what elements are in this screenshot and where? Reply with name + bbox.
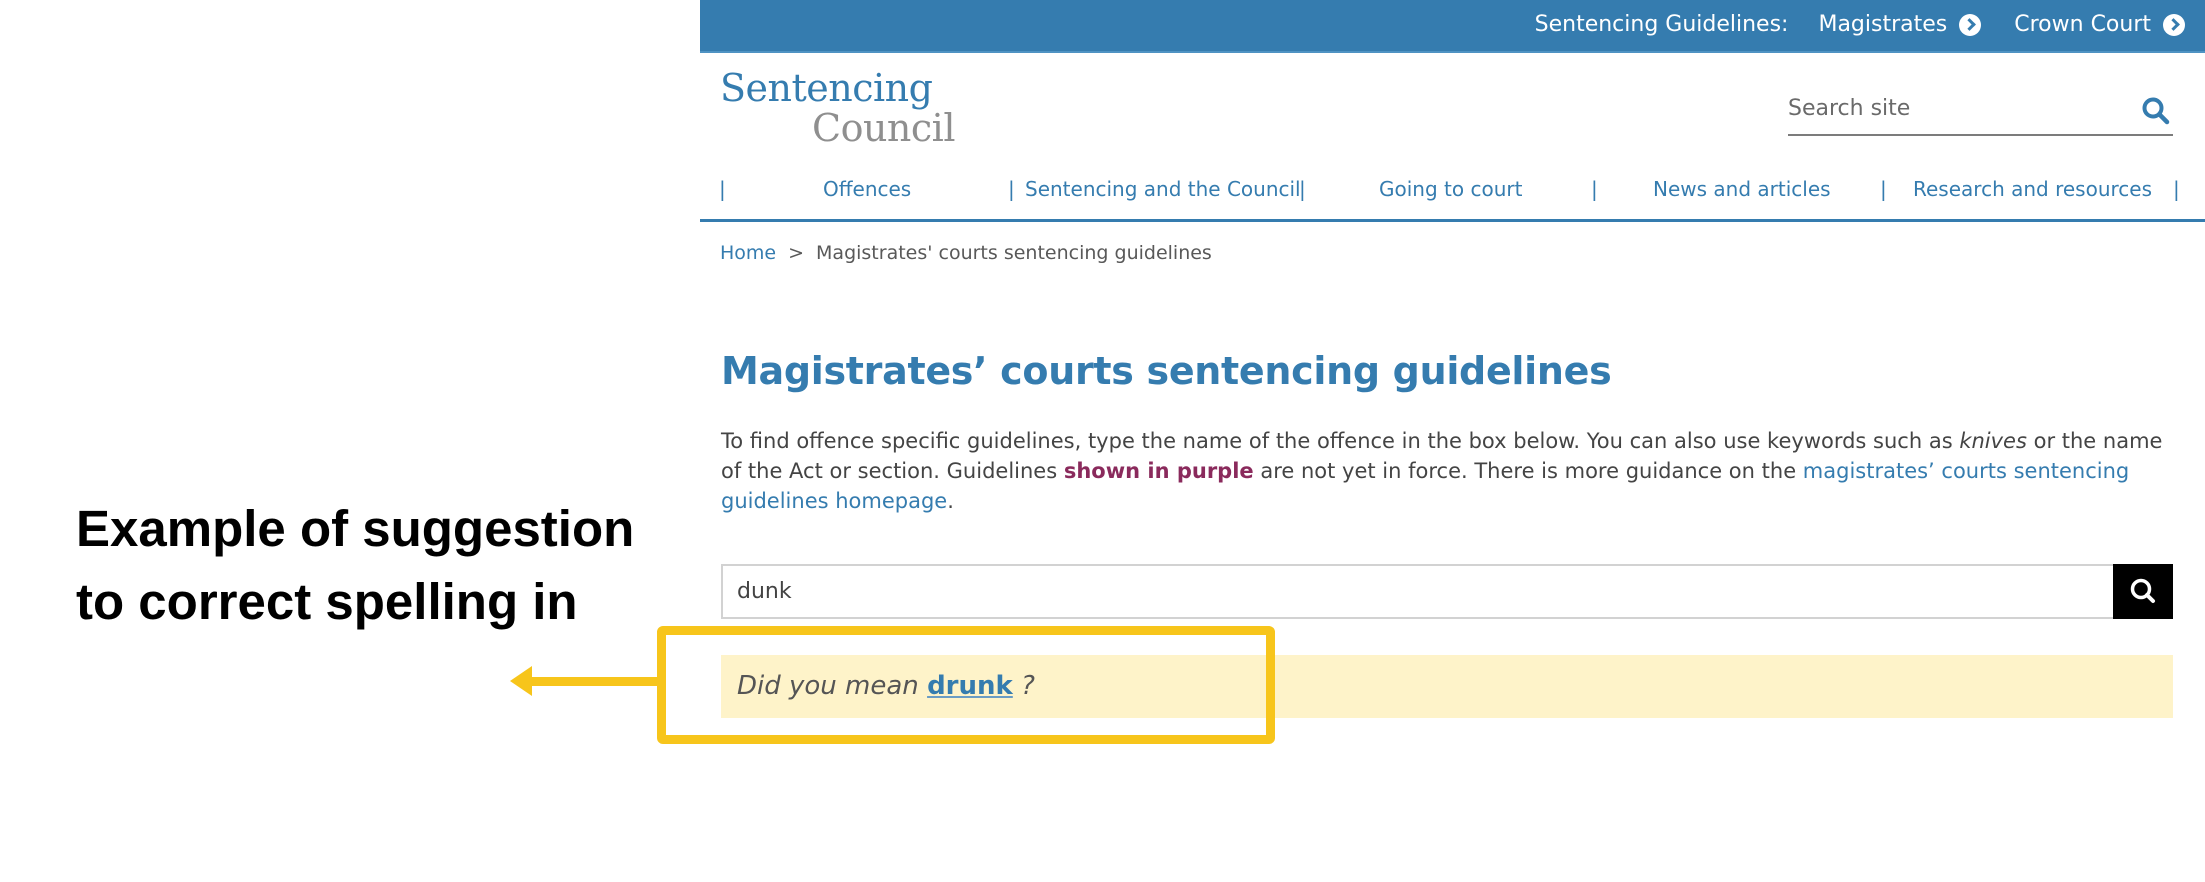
chevron-circle-right-icon <box>2163 13 2185 36</box>
nav-separator: | <box>2173 177 2180 201</box>
suggestion-prefix: Did you mean <box>737 671 928 701</box>
nav-item-offences[interactable]: Offences <box>823 177 911 201</box>
intro-keyword-example: knives <box>1959 429 2027 453</box>
nav-item-going-to-court[interactable]: Going to court <box>1379 177 1522 201</box>
breadcrumb-home[interactable]: Home <box>720 242 776 264</box>
site-search <box>1788 92 2173 136</box>
page-title: Magistrates’ courts sentencing guideline… <box>721 349 1612 393</box>
nav-separator: | <box>1299 177 1306 201</box>
magistrates-link[interactable]: Magistrates <box>1818 12 1982 37</box>
main-navigation: | Offences | Sentencing and the Council … <box>700 170 2205 222</box>
search-icon <box>2113 578 2173 622</box>
logo-line-1: Sentencing <box>720 66 933 110</box>
guidelines-label: Sentencing Guidelines: <box>1534 12 1789 37</box>
suggested-word-link[interactable]: drunk <box>927 671 1013 701</box>
intro-paragraph: To find offence specific guidelines, typ… <box>721 426 2171 516</box>
magistrates-link-label: Magistrates <box>1818 12 1948 37</box>
intro-text: To find offence specific guidelines, typ… <box>721 429 1960 453</box>
chevron-circle-right-icon <box>1959 13 1982 36</box>
breadcrumb: Home > Magistrates' courts sentencing guid… <box>720 242 1212 264</box>
site-search-input[interactable] <box>1788 92 2108 121</box>
offence-search-button[interactable] <box>2113 564 2173 619</box>
intro-text: are not yet in force. There is more guid… <box>1253 459 1803 483</box>
spelling-suggestion: Did you mean drunk ? <box>721 655 2173 718</box>
intro-text: . <box>947 489 954 513</box>
suggestion-suffix: ? <box>1012 671 1035 701</box>
breadcrumb-separator: > <box>788 242 805 264</box>
sentencing-council-logo[interactable]: Sentencing Council <box>720 66 956 150</box>
search-icon[interactable] <box>2141 96 2171 130</box>
nav-item-news-and-articles[interactable]: News and articles <box>1653 177 1831 201</box>
nav-separator: | <box>719 177 726 201</box>
annotation-label: Example of suggestion to correct spellin… <box>76 500 635 630</box>
crown-court-link[interactable]: Crown Court <box>2014 12 2185 37</box>
nav-separator: | <box>1008 177 1015 201</box>
web-page: Sentencing Guidelines: Magistrates Crown… <box>700 0 2205 882</box>
nav-separator: | <box>1591 177 1598 201</box>
nav-item-sentencing-and-the-council[interactable]: Sentencing and the Council <box>1025 177 1301 201</box>
crown-court-link-label: Crown Court <box>2014 12 2151 37</box>
purple-legend-text: shown in purple <box>1063 459 1254 483</box>
nav-separator: | <box>1880 177 1887 201</box>
callout-line <box>520 677 660 686</box>
nav-item-research-and-resources[interactable]: Research and resources <box>1913 177 2152 201</box>
breadcrumb-current: Magistrates' courts sentencing guideline… <box>816 242 1212 264</box>
offence-search-input[interactable] <box>721 564 2115 619</box>
logo-line-2: Council <box>812 106 956 150</box>
top-bar: Sentencing Guidelines: Magistrates Crown… <box>700 0 2205 53</box>
offence-search <box>721 564 2173 619</box>
